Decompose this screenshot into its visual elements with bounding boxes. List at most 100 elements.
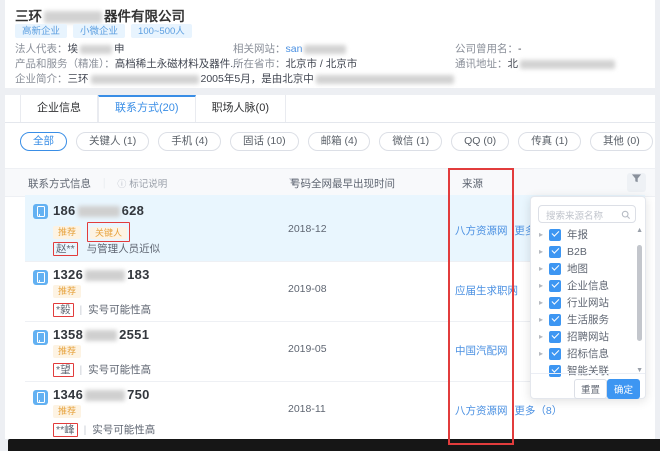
checkbox-checked[interactable] — [549, 279, 561, 292]
source-option[interactable]: ▸ 招标信息 — [539, 346, 609, 361]
first-seen-date: 2018-12 — [288, 223, 327, 235]
checkbox-checked[interactable] — [549, 245, 561, 258]
checkbox-checked[interactable] — [549, 347, 561, 360]
source-option[interactable]: ▸ B2B — [539, 244, 587, 259]
blur-patch — [304, 44, 347, 54]
contact-person: **峰 | 实号可能性高 — [53, 422, 155, 437]
source-search-input[interactable] — [544, 208, 624, 225]
annotation-box: *望 — [53, 363, 74, 377]
source-filter-panel: ▸ 年报 ▸ B2B ▸ 地图 ▸ 企业信息 ▸ 行业网站 ▸ 生活服务 — [530, 196, 646, 399]
field-products: 产品和服务（精准）：高档稀土永磁材料及器件... — [15, 58, 240, 70]
blur-patch — [77, 206, 120, 218]
source-option[interactable]: ▸ 企业信息 — [539, 278, 609, 293]
mark-help-link[interactable]: 标记说明 — [129, 179, 167, 190]
phone-number: 1326 183 — [53, 267, 150, 282]
blur-patch — [90, 74, 199, 84]
checkbox-checked[interactable] — [549, 228, 561, 241]
filter-keyperson[interactable]: 关键人 (1) — [76, 132, 150, 151]
source-option[interactable]: ▸ 年报 — [539, 227, 588, 242]
phone-icon — [33, 270, 48, 285]
annotation-box: *毅 — [53, 303, 74, 317]
field-website: 相关网站：san — [233, 41, 348, 56]
blur-patch — [85, 390, 126, 402]
filter-fax[interactable]: 传真 (1) — [518, 132, 581, 151]
filter-wechat[interactable]: 微信 (1) — [379, 132, 443, 151]
caret-right-icon[interactable]: ▸ — [539, 230, 549, 239]
caret-right-icon[interactable]: ▸ — [539, 247, 549, 256]
filter-mobile[interactable]: 手机 (4) — [158, 132, 221, 151]
first-seen-date: 2019-05 — [288, 343, 327, 355]
blur-patch — [80, 44, 112, 54]
confirm-button[interactable]: 确定 — [606, 379, 640, 399]
company-tag: 高新企业 — [15, 24, 68, 38]
phone-number: 1358 2551 — [53, 327, 150, 342]
recommend-tag: 推荐 — [53, 405, 82, 418]
search-icon — [621, 210, 631, 220]
field-former-name: 公司曾用名：- — [455, 43, 522, 55]
tabs-bar: 企业信息 联系方式(20) 职场人脉(0) — [5, 95, 655, 123]
source-link[interactable]: 八方资源网 — [455, 405, 508, 417]
tab-company-info[interactable]: 企业信息 — [20, 95, 98, 122]
caret-right-icon[interactable]: ▸ — [539, 315, 549, 324]
annotation-box: 赵** — [53, 242, 78, 256]
col-contact-info: 联系方式信息 ｜ ⓘ 标记说明 — [28, 176, 299, 191]
source-link[interactable]: 应届生求职网 — [455, 285, 518, 297]
source-link[interactable]: 八方资源网 — [455, 225, 508, 237]
tab-contact-info[interactable]: 联系方式(20) — [98, 95, 196, 122]
col-source: 来源 — [462, 178, 483, 190]
caret-right-icon[interactable]: ▸ — [539, 332, 549, 341]
source-link[interactable]: 中国汽配网 — [455, 345, 508, 357]
website-link[interactable]: san — [286, 43, 303, 55]
phone-icon — [33, 390, 48, 405]
source-option[interactable]: ▸ 地图 — [539, 261, 588, 276]
recommend-tag: 推荐 — [53, 225, 82, 239]
filter-landline[interactable]: 固话 (10) — [230, 132, 299, 151]
contact-person: *望 | 实号可能性高 — [53, 362, 151, 377]
contact-person: 赵** 与管理人员近似 — [53, 241, 160, 256]
checkbox-checked[interactable] — [549, 262, 561, 275]
info-icon: ⓘ — [117, 179, 127, 189]
phone-number: 186 628 — [53, 203, 145, 218]
checkbox-checked[interactable] — [549, 296, 561, 309]
recommend-tag: 推荐 — [53, 285, 82, 298]
reset-button[interactable]: 重置 — [573, 379, 607, 399]
tab-network[interactable]: 职场人脉(0) — [196, 95, 287, 122]
first-seen-date: 2018-11 — [288, 403, 326, 415]
contact-type-filters: 全部 关键人 (1) 手机 (4) 固话 (10) 邮箱 (4) 微信 (1) … — [20, 132, 653, 151]
company-tag: 100~500人 — [131, 24, 192, 38]
bottom-edge-bar — [8, 439, 660, 451]
company-name-suffix: 器件有限公司 — [104, 9, 185, 24]
source-option[interactable]: ▸ 招聘网站 — [539, 329, 609, 344]
keyperson-tag: 关键人 — [90, 227, 128, 239]
caret-right-icon[interactable]: ▸ — [539, 349, 549, 358]
row-tags: 推荐 — [53, 285, 82, 298]
panel-footer: 重置 确定 — [531, 373, 645, 399]
more-link[interactable]: 更多（8） — [514, 405, 562, 417]
row-tags: 推荐 — [53, 405, 82, 418]
field-legal-rep: 法人代表：埃申 — [15, 43, 125, 55]
source-option[interactable]: ▸ 生活服务 — [539, 312, 609, 327]
scrollbar-thumb[interactable] — [637, 245, 642, 341]
company-tags: 高新企业 小微企业 100~500人 — [15, 24, 192, 38]
recommend-tag: 推荐 — [53, 345, 82, 358]
phone-number: 1346 750 — [53, 387, 150, 402]
caret-right-icon[interactable]: ▸ — [539, 298, 549, 307]
page: 三环 器件有限公司 高新企业 小微企业 100~500人 法人代表：埃申 相关网站… — [0, 0, 660, 451]
caret-right-icon[interactable]: ▸ — [539, 264, 549, 273]
field-address: 通讯地址：北 — [455, 56, 617, 71]
filter-other[interactable]: 其他 (0) — [589, 132, 653, 151]
checkbox-checked[interactable] — [549, 330, 561, 343]
scroll-up-icon[interactable]: ▲ — [636, 227, 643, 234]
checkbox-checked[interactable] — [549, 313, 561, 326]
source-cell: 八方资源网 更多（8） — [455, 403, 562, 418]
source-filter-funnel-icon[interactable] — [627, 173, 646, 192]
source-option[interactable]: ▸ 行业网站 — [539, 295, 609, 310]
filter-qq[interactable]: QQ (0) — [451, 132, 510, 151]
caret-right-icon[interactable]: ▸ — [539, 281, 549, 290]
annotation-box: **峰 — [53, 423, 78, 437]
field-intro: 企业简介：三环 2005年5月，是由北京中 — [15, 71, 456, 86]
filter-email[interactable]: 邮箱 (4) — [307, 132, 371, 151]
first-seen-date: 2019-08 — [288, 283, 327, 295]
filter-all[interactable]: 全部 — [20, 132, 67, 151]
phone-icon — [33, 204, 48, 219]
